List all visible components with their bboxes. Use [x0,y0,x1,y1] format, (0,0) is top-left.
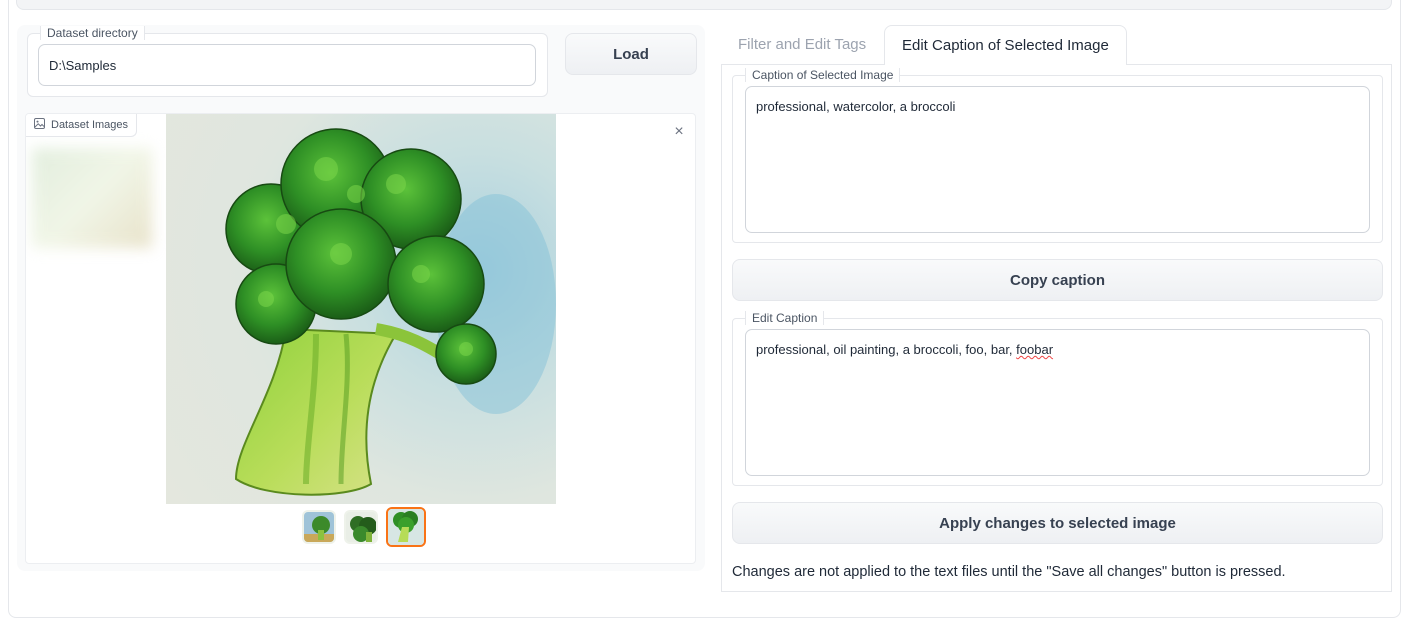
selected-image-preview[interactable] [166,114,556,504]
gallery-background-thumbnail [32,148,152,248]
tab-bar: Filter and Edit Tags Edit Caption of Sel… [721,25,1392,65]
edit-caption-panel: Caption of Selected Image professional, … [721,64,1392,592]
edit-caption-text: professional, oil painting, a broccoli, … [756,342,1017,357]
apply-changes-button[interactable]: Apply changes to selected image [732,502,1383,544]
caption-of-selected-image-textarea[interactable]: professional, watercolor, a broccoli [745,86,1370,233]
tab-filter-and-edit-tags[interactable]: Filter and Edit Tags [721,25,883,65]
edit-caption-textarea[interactable]: professional, oil painting, a broccoli, … [745,329,1370,476]
save-notice-text: Changes are not applied to the text file… [732,564,1286,580]
thumbnail-1[interactable] [302,510,336,544]
edit-caption-block: Edit Caption professional, oil painting,… [732,311,1383,486]
close-icon[interactable]: × [669,122,689,142]
caption-of-selected-image-label: Caption of Selected Image [745,68,901,82]
spellcheck-underlined-word: foobar [1016,342,1054,357]
gallery-label-text: Dataset Images [51,119,129,131]
load-button[interactable]: Load [565,33,697,75]
thumbnail-2[interactable] [344,510,378,544]
gallery-label: Dataset Images [26,114,138,137]
thumbnail-strip [302,507,426,547]
image-icon [34,118,45,132]
caption-of-selected-image-block: Caption of Selected Image professional, … [732,68,1383,243]
dataset-directory-label: Dataset directory [40,26,145,40]
dataset-directory-input[interactable] [38,44,536,86]
dataset-directory-block: Dataset directory [27,26,548,97]
tab-edit-caption[interactable]: Edit Caption of Selected Image [884,25,1127,65]
thumbnail-3-selected[interactable] [386,507,426,547]
edit-caption-label: Edit Caption [745,311,825,325]
top-strip [16,0,1392,10]
dataset-gallery: Dataset Images × [25,113,696,564]
copy-caption-button[interactable]: Copy caption [732,259,1383,301]
